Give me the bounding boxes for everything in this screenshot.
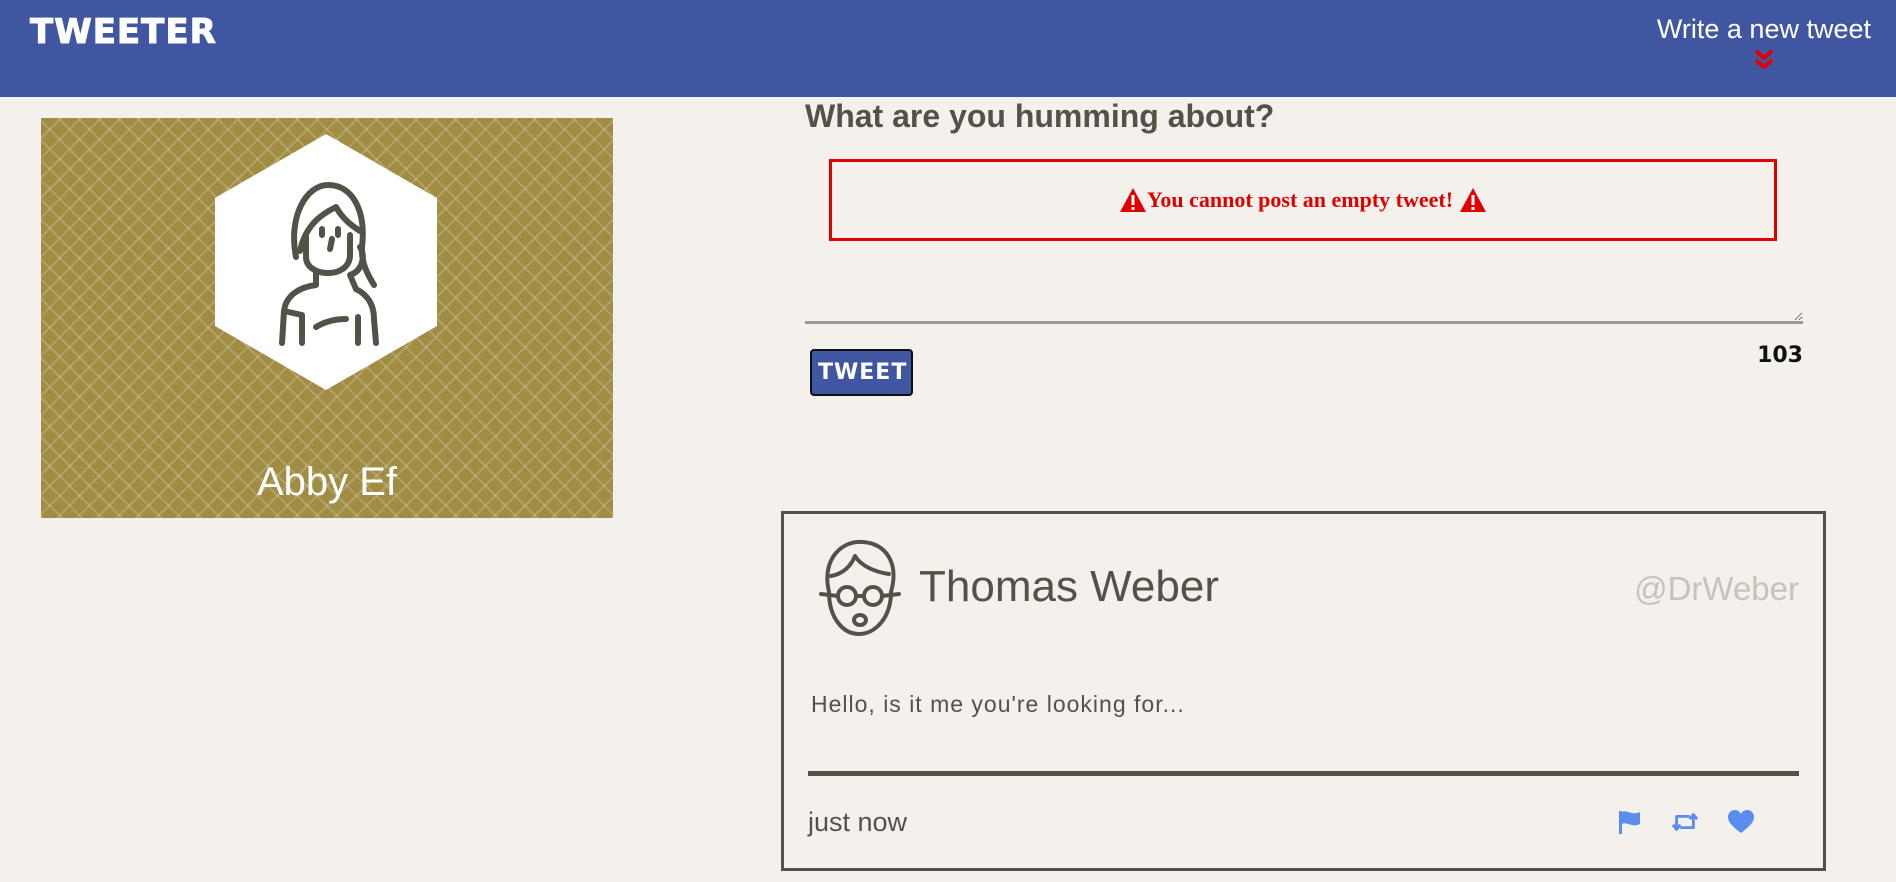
brand-logo[interactable]: TWEETER (30, 12, 217, 53)
tweet-author-name: Thomas Weber (919, 562, 1219, 611)
profile-card: Abby Ef (41, 118, 613, 518)
like-button[interactable] (1727, 808, 1755, 836)
double-chevron-down-icon[interactable] (1752, 49, 1776, 71)
warning-icon (1119, 188, 1146, 212)
character-counter: 103 (1757, 343, 1803, 368)
profile-name: Abby Ef (256, 460, 398, 504)
error-message-box: You cannot post an empty tweet! (829, 159, 1777, 241)
compose-section: What are you humming about? You cannot p… (805, 96, 1803, 396)
tweet-author-handle: @DrWeber (1634, 570, 1799, 607)
tweet-card: Thomas Weber @DrWeber Hello, is it me yo… (781, 511, 1826, 871)
profile-avatar (215, 134, 437, 390)
retweet-button[interactable] (1671, 808, 1699, 836)
warning-icon (1460, 188, 1487, 212)
compose-title: What are you humming about? (805, 98, 1275, 134)
error-message: You cannot post an empty tweet! (1146, 187, 1454, 212)
tweet-textarea[interactable] (805, 256, 1803, 324)
tweet-divider (808, 771, 1799, 776)
woman-avatar-icon (279, 182, 379, 346)
tweet-text: Hello, is it me you're looking for... (811, 691, 1185, 717)
write-new-tweet-label[interactable]: Write a new tweet (1657, 14, 1871, 44)
tweet-button[interactable]: TWEET (810, 349, 913, 396)
flag-icon[interactable] (1616, 809, 1642, 835)
tweet-timestamp: just now (808, 807, 908, 837)
man-glasses-avatar-icon (819, 539, 901, 636)
flag-button[interactable] (1615, 808, 1643, 836)
tweet-actions (1615, 808, 1755, 836)
write-new-tweet-toggle[interactable]: Write a new tweet (1657, 14, 1871, 71)
retweet-icon[interactable] (1671, 809, 1699, 835)
heart-icon[interactable] (1728, 810, 1754, 834)
top-navbar: TWEETER Write a new tweet (0, 0, 1896, 97)
